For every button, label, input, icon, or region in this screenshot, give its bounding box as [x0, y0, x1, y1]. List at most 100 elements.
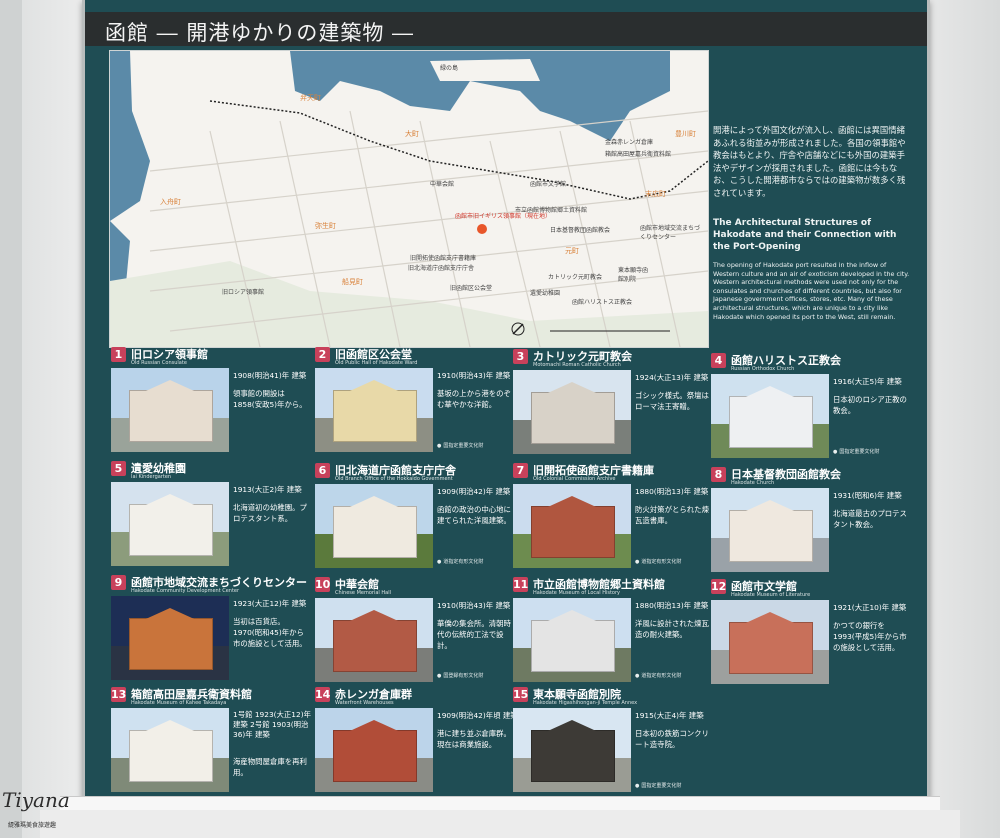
card-year: 1910(明治43)年 建築: [437, 371, 511, 380]
card-year: 1913(大正2)年 建築: [233, 485, 302, 494]
intro-panel: 開港によって外国文化が流入し、函館には異国情緒あふれる街並みが形成されました。各…: [713, 124, 913, 321]
card-number-badge: 6: [315, 463, 330, 478]
map-place: 東本願寺函館別院: [618, 267, 649, 283]
building-card: 9 函館市地域交流まちづくりセンター Hakodate Community De…: [111, 574, 307, 686]
card-designation: 道指定有形文化財: [437, 558, 483, 565]
building-card: 6 旧北海道庁函館支庁庁舎 Old Branch Office of the H…: [315, 462, 511, 574]
map-place: 函館市文学館: [530, 181, 567, 188]
card-year: 1921(大正10)年 建築: [833, 603, 907, 612]
map-place: 旧北海道庁函館支庁庁舎: [408, 265, 475, 272]
card-number-badge: 9: [111, 575, 126, 590]
building-card: 13 箱館高田屋嘉兵衛資料館 Hakodate Museum of Kahee …: [111, 686, 311, 798]
card-year: 1931(昭和6)年 建築: [833, 491, 902, 500]
map-place: 市立函館博物館郷土資料館: [515, 207, 588, 214]
watermark-caption: 緹雅瑪美食旅遊趣: [8, 822, 57, 829]
building-card: 11 市立函館博物館郷土資料館 Hakodate Museum of Local…: [513, 576, 709, 688]
card-subtitle: Hakodate Church: [731, 480, 775, 486]
card-year: 1908(明治41)年 建築: [233, 371, 307, 380]
map-place: 函館市地域交流まちづくりセンター: [640, 225, 701, 241]
card-subtitle: Old Public Hall of Hakodate Ward: [335, 360, 418, 366]
card-description: かつての銀行を1993(平成5)年から市の施設として活用。: [833, 621, 907, 652]
map-current-location-label: 函館市旧イギリス領事館（現在地）: [455, 213, 552, 220]
card-number-badge: 11: [513, 577, 529, 592]
card-subtitle: Hakodate Museum of Literature: [731, 592, 811, 598]
card-subtitle: Old Branch Office of the Hokkaido Govern…: [335, 476, 453, 482]
card-designation: 国指定重要文化財: [437, 442, 483, 449]
building-photo: [711, 600, 829, 684]
info-board: 函館 ― 開港ゆかりの建築物 ― 緑の島 弁天町 大町 入舟町 弥生町 船見町 …: [82, 0, 930, 801]
card-subtitle: Waterfront Warehouses: [335, 700, 394, 706]
card-subtitle: Old Russian Consulate: [131, 360, 187, 366]
card-year: 1924(大正13)年 建築: [635, 373, 709, 382]
floor-strip: [40, 810, 960, 838]
building-card: 2 旧函館区公会堂 Old Public Hall of Hakodate Wa…: [315, 346, 511, 458]
card-description: 日本初の鉄筋コンクリート造寺院。: [635, 729, 709, 749]
map-place: 旧開拓使函館支庁書籍庫: [410, 255, 477, 262]
watermark: Tiyana 緹雅瑪美食旅遊趣: [2, 788, 70, 829]
card-number-badge: 1: [111, 347, 126, 362]
card-number-badge: 3: [513, 349, 528, 364]
intro-english: The opening of Hakodate port resulted in…: [713, 261, 910, 321]
building-photo: [513, 708, 631, 792]
building-card: 7 旧開拓使函館支庁書籍庫 Old Colonial Commission Ar…: [513, 462, 709, 574]
card-subtitle: Chinese Memorial Hall: [335, 590, 391, 596]
map-place: 金森赤レンガ倉庫: [605, 139, 654, 146]
card-number-badge: 12: [711, 579, 727, 594]
building-card: 4 函館ハリストス正教会 Russian Orthodox Church 191…: [711, 352, 907, 464]
map-place: 函館ハリストス正教会: [572, 299, 633, 306]
building-card: 10 中華会館 Chinese Memorial Hall 1910(明治43)…: [315, 576, 511, 688]
map-place: 箱館高田屋嘉兵衛資料館: [605, 151, 672, 158]
map-label-motomachi: 元町: [565, 247, 579, 255]
card-subtitle: Russian Orthodox Church: [731, 366, 795, 372]
building-photo: [111, 596, 229, 680]
map-label-yayoi: 弥生町: [315, 222, 336, 230]
card-year: 1号館 1923(大正12)年 建築 2号館 1903(明治36)年 建築: [233, 710, 311, 739]
card-year: 1916(大正5)年 建築: [833, 377, 902, 386]
card-description: 洋風に設計された煉瓦造の耐火建築。: [635, 619, 709, 639]
card-year: 1923(大正12)年 建築: [233, 599, 307, 608]
card-description: 日本初のロシア正教の教会。: [833, 395, 907, 415]
card-year: 1880(明治13)年 建築: [635, 601, 709, 610]
card-number-badge: 15: [513, 687, 529, 702]
card-subtitle: Hakodate Community Development Center: [131, 588, 240, 594]
card-subtitle: Old Colonial Commission Archive: [533, 476, 616, 482]
map-label-benten: 弁天町: [300, 94, 321, 102]
card-number-badge: 2: [315, 347, 330, 362]
map-place: 日本基督教団函館教会: [550, 227, 611, 234]
building-photo: [711, 374, 829, 458]
title-bar: 函館 ― 開港ゆかりの建築物 ―: [85, 12, 927, 46]
card-number-badge: 14: [315, 687, 331, 702]
card-year: 1915(大正4)年 建築: [635, 711, 704, 720]
card-subtitle: Hakodate Museum of Local History: [533, 590, 621, 596]
building-photo: [111, 708, 229, 792]
card-subtitle: Motomachi Roman Catholic Church: [533, 362, 621, 368]
card-designation: 国指定重要文化財: [833, 448, 879, 455]
watermark-logo: Tiyana: [2, 788, 70, 812]
intro-english-title: The Architectural Structures of Hakodate…: [713, 218, 897, 252]
map-label-island: 緑の島: [440, 65, 459, 72]
building-photo: [315, 484, 433, 568]
card-description: 港に建ち並ぶ倉庫群。現在は商業施設。: [437, 729, 511, 749]
map-label-suehiro: 末広町: [645, 190, 666, 198]
map-place: 旧ロシア領事館: [222, 289, 265, 296]
building-photo: [513, 598, 631, 682]
map-place: 中華会館: [430, 181, 455, 188]
card-description: 基坂の上から港をのぞむ華やかな洋館。: [437, 389, 511, 409]
card-subtitle: Hakodate Museum of Kahee Takadaya: [131, 700, 227, 706]
map-label-ohmachi: 大町: [405, 130, 419, 138]
card-number-badge: 5: [111, 461, 126, 476]
card-number-badge: 13: [111, 687, 127, 702]
building-photo: [111, 368, 229, 452]
card-description: 北海道初の幼稚園。プロテスタント系。: [233, 503, 307, 523]
building-photo: [111, 482, 229, 566]
card-number-badge: 10: [315, 577, 331, 592]
board-title: 函館 ― 開港ゆかりの建築物 ―: [105, 21, 415, 45]
building-card: 15 東本願寺函館別院 Hakodate Higashihongan-ji Te…: [513, 686, 709, 798]
card-description: 防火対策がとられた煉瓦造書庫。: [635, 505, 709, 525]
card-subtitle: Iai Kindergarten: [131, 474, 172, 480]
building-photo: [513, 484, 631, 568]
card-description: 華僑の集会所。清朝時代の伝統的工法で設計。: [437, 619, 511, 650]
building-card: 3 カトリック元町教会 Motomachi Roman Catholic Chu…: [513, 348, 709, 460]
card-description: 当初は百貨店。1970(昭和45)年から市の施設として活用。: [233, 617, 307, 648]
building-card: 12 函館市文学館 Hakodate Museum of Literature …: [711, 578, 907, 690]
